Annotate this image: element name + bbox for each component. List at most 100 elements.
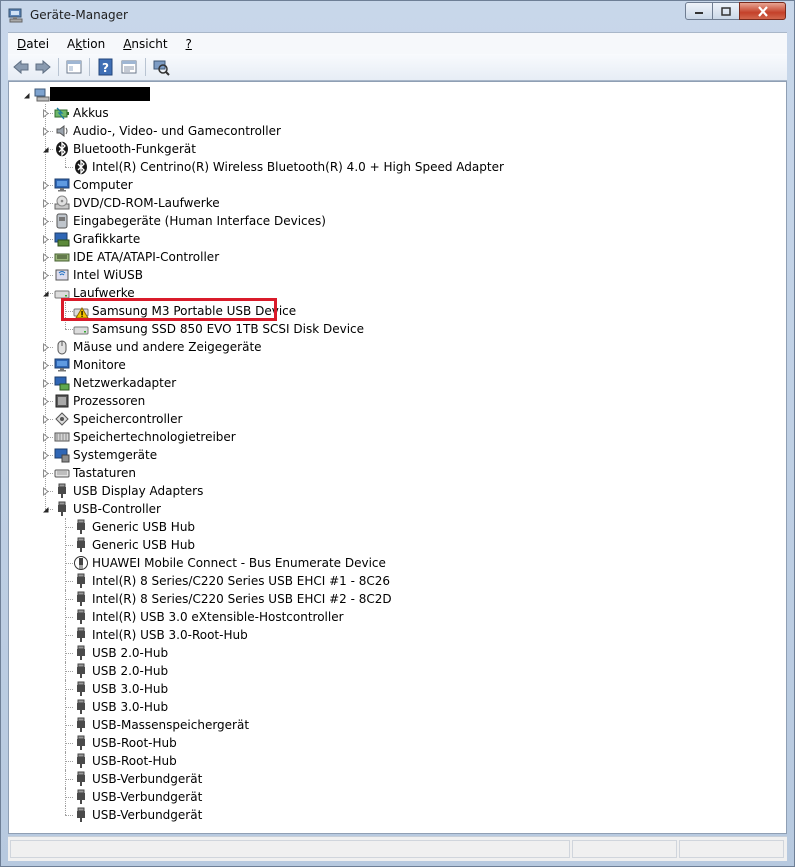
monitor-icon (54, 357, 70, 373)
tree-device[interactable]: Samsung SSD 850 EVO 1TB SCSI Disk Device (9, 320, 779, 338)
tree-device[interactable]: Intel(R) Centrino(R) Wireless Bluetooth(… (9, 158, 779, 176)
mouse-icon (54, 339, 70, 355)
tree-category[interactable]: Systemgeräte (9, 446, 779, 464)
minimize-button[interactable] (685, 2, 713, 20)
tree-device[interactable]: USB 2.0-Hub (9, 644, 779, 662)
tree-category[interactable]: USB Display Adapters (9, 482, 779, 500)
svg-text:?: ? (102, 61, 109, 75)
tree-device[interactable]: USB-Root-Hub (9, 752, 779, 770)
properties-view-icon[interactable] (65, 58, 83, 76)
collapsed-arrow-icon[interactable] (41, 487, 50, 496)
tree-device[interactable]: HUAWEI Mobile Connect - Bus Enumerate De… (9, 554, 779, 572)
tree-category[interactable]: Computer (9, 176, 779, 194)
close-button[interactable] (739, 2, 786, 20)
tree-category[interactable]: Speichertechnologietreiber (9, 428, 779, 446)
tree-category[interactable]: Akkus (9, 104, 779, 122)
monitor-icon (54, 177, 70, 193)
collapsed-arrow-icon[interactable] (41, 127, 50, 136)
usb-plug-icon (73, 681, 89, 697)
scan-hardware-icon[interactable] (152, 58, 170, 76)
collapsed-arrow-icon[interactable] (41, 217, 50, 226)
tree-category[interactable]: Netzwerkadapter (9, 374, 779, 392)
tree-device[interactable]: Generic USB Hub (9, 536, 779, 554)
collapsed-arrow-icon[interactable] (41, 415, 50, 424)
tree-category[interactable]: Bluetooth-Funkgerät (9, 140, 779, 158)
device-label: HUAWEI Mobile Connect - Bus Enumerate De… (92, 556, 386, 570)
forward-arrow-icon[interactable] (34, 58, 52, 76)
collapsed-arrow-icon[interactable] (41, 199, 50, 208)
tree-category[interactable]: Grafikkarte (9, 230, 779, 248)
category-label: DVD/CD-ROM-Laufwerke (73, 196, 220, 210)
category-label: Netzwerkadapter (73, 376, 177, 390)
tree-device[interactable]: Generic USB Hub (9, 518, 779, 536)
expanded-arrow-icon[interactable] (41, 145, 50, 154)
collapsed-arrow-icon[interactable] (41, 451, 50, 460)
title-bar[interactable]: Geräte-Manager (1, 1, 794, 31)
storage-controller-icon (54, 411, 70, 427)
tree-device[interactable]: Intel(R) 8 Series/C220 Series USB EHCI #… (9, 572, 779, 590)
category-label: Prozessoren (73, 394, 146, 408)
tree-device[interactable]: USB 3.0-Hub (9, 698, 779, 716)
collapsed-arrow-icon[interactable] (41, 433, 50, 442)
tree-category[interactable]: Mäuse und andere Zeigegeräte (9, 338, 779, 356)
collapsed-arrow-icon[interactable] (41, 469, 50, 478)
tree-device[interactable]: Intel(R) USB 3.0 eXtensible-Hostcontroll… (9, 608, 779, 626)
tree-category[interactable]: Eingabegeräte (Human Interface Devices) (9, 212, 779, 230)
menu-item-2[interactable]: Ansicht (114, 37, 176, 51)
collapsed-arrow-icon[interactable] (41, 379, 50, 388)
menu-item-1[interactable]: Aktion (58, 37, 114, 51)
tree-device[interactable]: USB-Verbundgerät (9, 770, 779, 788)
tree-device[interactable]: USB-Verbundgerät (9, 788, 779, 806)
device-tree[interactable]: Akkus Audio-, Video- und Gamecontroller Bl… (8, 81, 787, 834)
tree-device[interactable]: Intel(R) 8 Series/C220 Series USB EHCI #… (9, 590, 779, 608)
expanded-arrow-icon[interactable] (22, 91, 31, 100)
console-view-icon[interactable] (120, 58, 138, 76)
menu-bar: Datei Aktion Ansicht? (8, 32, 787, 55)
tree-device[interactable]: USB 2.0-Hub (9, 662, 779, 680)
back-arrow-icon[interactable] (12, 58, 30, 76)
collapsed-arrow-icon[interactable] (41, 271, 50, 280)
tree-device[interactable]: USB 3.0-Hub (9, 680, 779, 698)
device-label: Intel(R) Centrino(R) Wireless Bluetooth(… (92, 160, 504, 174)
tree-device[interactable]: USB-Verbundgerät (9, 806, 779, 824)
collapsed-arrow-icon[interactable] (41, 109, 50, 118)
collapsed-arrow-icon[interactable] (41, 397, 50, 406)
hid-icon (54, 213, 70, 229)
tree-category[interactable]: Speichercontroller (9, 410, 779, 428)
expanded-arrow-icon[interactable] (41, 289, 50, 298)
tree-category[interactable]: DVD/CD-ROM-Laufwerke (9, 194, 779, 212)
status-cell (679, 840, 784, 858)
expanded-arrow-icon[interactable] (41, 505, 50, 514)
toolbar-separator (89, 58, 90, 76)
category-label: Intel WiUSB (73, 268, 143, 282)
maximize-button[interactable] (712, 2, 740, 20)
toolbar: ? (8, 54, 787, 81)
help-icon[interactable]: ? (97, 58, 115, 76)
usb-plug-info-icon (73, 555, 89, 571)
collapsed-arrow-icon[interactable] (41, 235, 50, 244)
category-label: Akkus (73, 106, 109, 120)
tree-category[interactable]: Monitore (9, 356, 779, 374)
usb-plug-icon (73, 771, 89, 787)
menu-item-0[interactable]: Datei (8, 37, 58, 51)
collapsed-arrow-icon[interactable] (41, 181, 50, 190)
collapsed-arrow-icon[interactable] (41, 361, 50, 370)
tree-category[interactable]: Prozessoren (9, 392, 779, 410)
device-label: USB 2.0-Hub (92, 664, 169, 678)
keyboard-icon (54, 465, 70, 481)
close-icon (757, 5, 768, 17)
usb-plug-icon (73, 807, 89, 823)
tree-device[interactable]: USB-Massenspeichergerät (9, 716, 779, 734)
menu-item-3[interactable]: ? (177, 37, 201, 51)
tree-category[interactable]: Tastaturen (9, 464, 779, 482)
tree-device[interactable]: Intel(R) USB 3.0-Root-Hub (9, 626, 779, 644)
tree-category[interactable]: USB-Controller (9, 500, 779, 518)
tree-category[interactable]: Audio-, Video- und Gamecontroller (9, 122, 779, 140)
tree-category[interactable]: Intel WiUSB (9, 266, 779, 284)
collapsed-arrow-icon[interactable] (41, 253, 50, 262)
category-label: USB Display Adapters (73, 484, 204, 498)
tree-category[interactable]: IDE ATA/ATAPI-Controller (9, 248, 779, 266)
tree-root-node[interactable] (9, 86, 779, 104)
collapsed-arrow-icon[interactable] (41, 343, 50, 352)
tree-device[interactable]: USB-Root-Hub (9, 734, 779, 752)
